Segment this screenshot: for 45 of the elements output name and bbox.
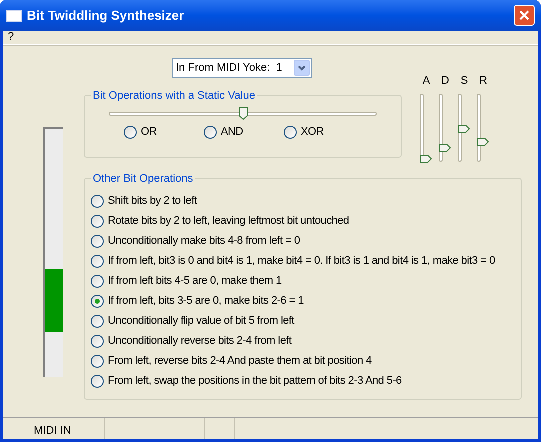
radio-button[interactable]	[91, 375, 104, 388]
radio-option[interactable]: From left, swap the positions in the bit pattern of bits 2-3 And 5-6	[91, 375, 521, 388]
radio-button[interactable]	[284, 126, 297, 139]
slider-label: R	[480, 75, 488, 88]
radio-button[interactable]	[91, 195, 104, 208]
radio-button[interactable]	[91, 275, 104, 288]
radio-button[interactable]	[91, 215, 104, 228]
radio-option[interactable]: Unconditionally reverse bits 2-4 from left	[91, 335, 521, 348]
slider-thumb[interactable]	[477, 138, 489, 146]
radio-button[interactable]	[124, 126, 137, 139]
window-icon	[6, 10, 22, 22]
status-text: MIDI IN	[33, 424, 72, 439]
radio-option[interactable]: From left, reverse bits 2-4 And paste them at bit position 4	[91, 355, 521, 368]
radio-button[interactable]	[91, 355, 104, 368]
radio-option[interactable]: If from left, bits 3-5 are 0, make bits 2-6 = 1	[91, 295, 521, 308]
group-title: Other Bit Operations	[91, 171, 196, 188]
radio-button[interactable]	[204, 126, 217, 139]
radio-option[interactable]: If from left, bit3 is 0 and bit4 is 1, make bit4 = 0. If bit3 is 1 and bit4 is 1, make bit3 = 0	[91, 255, 521, 268]
menu-item[interactable]: ?	[3, 29, 20, 46]
radio-button[interactable]	[91, 295, 104, 308]
slider-label: S	[460, 75, 468, 88]
window-title: Bit Twiddling Synthesizer	[27, 6, 184, 25]
midi-input-dropdown[interactable]: In From MIDI Yoke: 1	[172, 58, 312, 78]
close-button[interactable]	[514, 5, 535, 26]
radio-option[interactable]: XOR	[284, 126, 364, 139]
slider-thumb[interactable]	[439, 144, 451, 152]
radio-option[interactable]: Unconditionally make bits 4-8 from left = 0	[91, 235, 521, 248]
chevron-down-icon	[298, 66, 306, 70]
slider-thumb[interactable]	[420, 154, 432, 163]
slider-label: A	[422, 75, 430, 88]
radio-button[interactable]	[91, 335, 104, 348]
radio-option[interactable]: Shift bits by 2 to left	[91, 195, 521, 208]
radio-option[interactable]: Rotate bits by 2 to left, leaving leftmost bit untouched	[91, 215, 521, 228]
radio-button[interactable]	[91, 255, 104, 268]
radio-button[interactable]	[91, 235, 104, 248]
radio-button[interactable]	[91, 315, 104, 328]
group-title: Bit Operations with a Static Value	[91, 88, 258, 104]
radio-option[interactable]: OR	[124, 126, 204, 139]
radio-option[interactable]: If from left bits 4-5 are 0, make them 1	[91, 275, 521, 288]
radio-option[interactable]: Unconditionally flip value of bit 5 from left	[91, 315, 521, 328]
slider-label: D	[442, 75, 450, 88]
slider-thumb[interactable]	[239, 107, 248, 120]
radio-option[interactable]: AND	[204, 126, 284, 139]
close-icon	[519, 10, 530, 21]
slider-thumb[interactable]	[458, 125, 470, 134]
